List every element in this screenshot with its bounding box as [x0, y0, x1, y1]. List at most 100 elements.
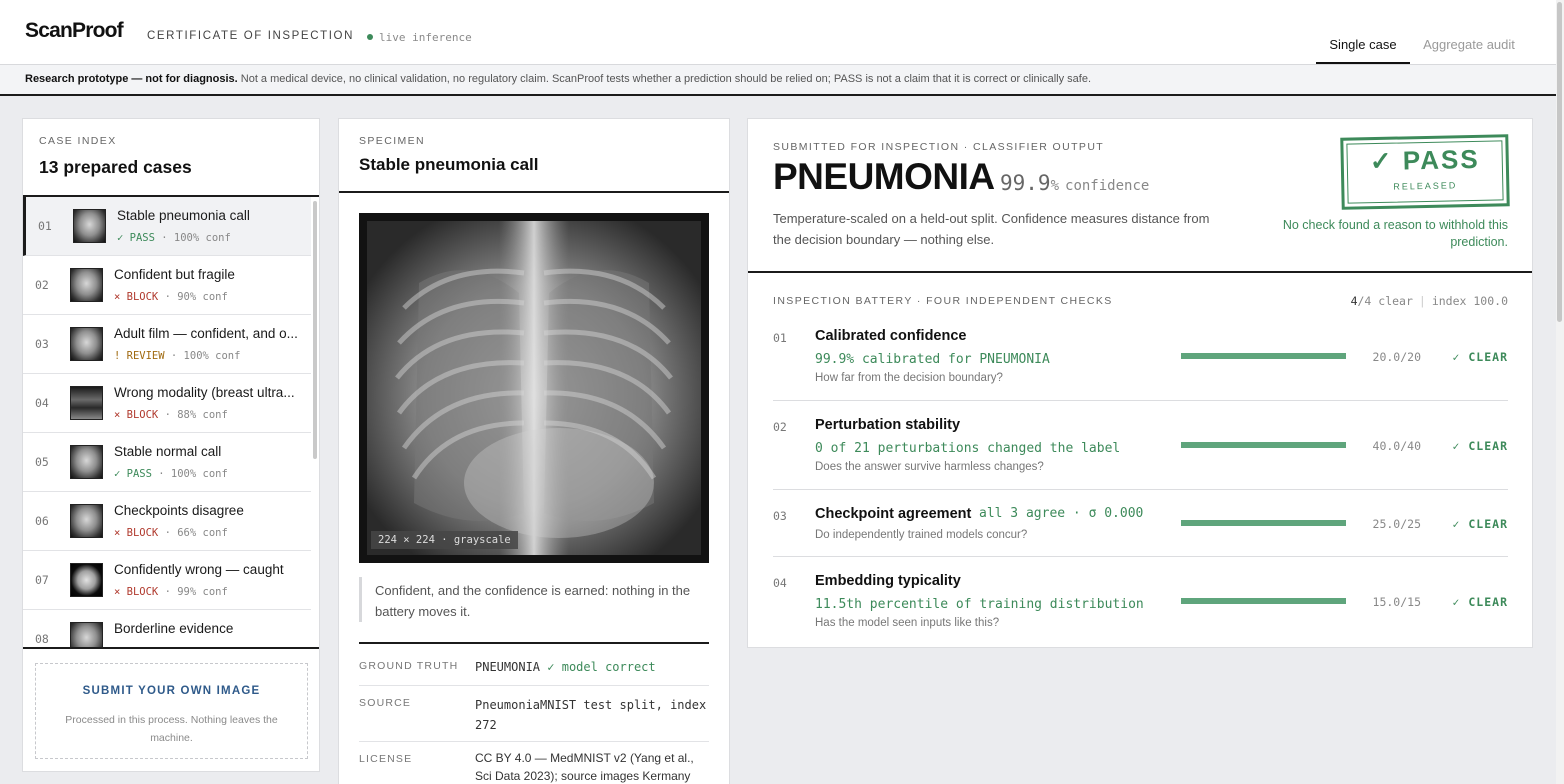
case-item-08[interactable]: 08 Borderline evidence — [23, 610, 311, 647]
check-progress-bar — [1181, 442, 1346, 448]
check-question: Do independently trained models concur? — [815, 529, 1028, 541]
check-row: 02 Perturbation stability 0 of 21 pertur… — [773, 414, 1508, 484]
check-number: 02 — [773, 420, 787, 434]
live-status-label: live inference — [379, 31, 472, 44]
page-scrollbar-thumb[interactable] — [1557, 2, 1562, 322]
divider — [23, 647, 319, 649]
check-row: 01 Calibrated confidence 99.9% calibrate… — [773, 325, 1508, 395]
meta-key: LICENSE — [359, 753, 413, 765]
prediction-label: PNEUMONIA — [773, 156, 995, 197]
case-confidence: · 66% conf — [164, 527, 228, 539]
separator: | — [1418, 294, 1426, 308]
case-index-title: 13 prepared cases — [39, 157, 192, 177]
case-item-07[interactable]: 07 Confidently wrong — caught × BLOCK · 99… — [23, 551, 311, 610]
check-score: 25.0/25 — [1372, 517, 1421, 531]
verdict-explanation: No check found a reason to withhold this… — [1282, 218, 1508, 249]
check-name: Embedding typicality — [815, 573, 961, 589]
disclaimer-banner: Research prototype — not for diagnosis. … — [0, 64, 1564, 96]
brand-logo[interactable]: ScanProof — [25, 19, 124, 43]
case-number: 03 — [35, 337, 49, 351]
check-progress-fill — [1181, 353, 1346, 359]
divider — [748, 271, 1532, 273]
case-list-scrollbar[interactable] — [313, 201, 317, 459]
upload-dropzone[interactable]: SUBMIT YOUR OWN IMAGE Processed in this … — [35, 663, 308, 759]
case-index-label: CASE INDEX — [39, 135, 117, 147]
case-title: Confident but fragile — [114, 267, 235, 282]
check-question: How far from the decision boundary? — [815, 372, 1003, 384]
verdict-label: SUBMITTED FOR INSPECTION · CLASSIFIER OU… — [773, 141, 1105, 153]
meta-license: LICENSE CC BY 4.0 — MedMNIST v2 (Yang et… — [359, 742, 709, 784]
case-number: 06 — [35, 514, 49, 528]
check-row: 04 Embedding typicality 11.5th percentil… — [773, 570, 1508, 640]
case-verdict-badge: × BLOCK — [114, 586, 159, 598]
case-item-05[interactable]: 05 Stable normal call ✓ PASS · 100% conf — [23, 433, 311, 492]
check-number: 04 — [773, 576, 787, 590]
case-status: × BLOCK · 90% conf — [114, 291, 228, 303]
verdict-note: Temperature-scaled on a held-out split. … — [773, 211, 1210, 247]
divider — [773, 400, 1508, 401]
check-value: 0 of 21 perturbations changed the label — [815, 441, 1121, 456]
case-item-01[interactable]: 01 Stable pneumonia call ✓ PASS · 100% con… — [23, 197, 311, 256]
specimen-title: Stable pneumonia call — [359, 155, 539, 174]
upload-button[interactable]: SUBMIT YOUR OWN IMAGE — [36, 685, 307, 697]
case-verdict-badge: × BLOCK — [114, 291, 159, 303]
case-verdict-badge: ✓ PASS — [117, 232, 155, 244]
pass-stamp: ✓ PASS RELEASED — [1340, 134, 1510, 210]
check-progress-fill — [1181, 598, 1346, 604]
case-number: 04 — [35, 396, 49, 410]
case-verdict-badge: ! REVIEW — [114, 350, 165, 362]
case-item-04[interactable]: 04 Wrong modality (breast ultra... × BLOCK… — [23, 374, 311, 433]
case-thumbnail — [70, 386, 103, 420]
chest-xray-picture — [359, 213, 709, 563]
confidence-unit: % — [1050, 178, 1060, 194]
case-confidence: · 100% conf — [161, 232, 231, 244]
battery-label: INSPECTION BATTERY · FOUR INDEPENDENT CH… — [773, 295, 1113, 307]
check-score: 20.0/20 — [1372, 350, 1421, 364]
case-title: Adult film — confident, and o... — [114, 326, 298, 341]
specimen-quote: Confident, and the confidence is earned:… — [359, 577, 709, 622]
case-item-06[interactable]: 06 Checkpoints disagree × BLOCK · 66% conf — [23, 492, 311, 551]
meta-value: PNEUMONIA ✓ model correct — [475, 657, 709, 677]
tab-single-case[interactable]: Single case — [1316, 24, 1410, 64]
case-status: ! REVIEW · 100% conf — [114, 350, 240, 362]
case-list[interactable]: 01 Stable pneumonia call ✓ PASS · 100% con… — [23, 197, 313, 647]
case-title: Confidently wrong — caught — [114, 562, 284, 577]
case-number: 05 — [35, 455, 49, 469]
tab-aggregate-audit[interactable]: Aggregate audit — [1410, 24, 1528, 64]
case-confidence: · 100% conf — [170, 350, 241, 362]
meta-key: SOURCE — [359, 697, 412, 709]
check-status: ✓ CLEAR — [1452, 350, 1508, 364]
model-correct-badge: ✓ model correct — [547, 660, 656, 674]
stamp-text: ✓ PASS — [1369, 143, 1480, 177]
check-value: all 3 agree · σ 0.000 — [979, 506, 1144, 521]
case-confidence: · 99% conf — [164, 586, 228, 598]
meta-ground-truth: GROUND TRUTH PNEUMONIA ✓ model correct — [359, 649, 709, 686]
check-status: ✓ CLEAR — [1452, 517, 1508, 531]
meta-value: PneumoniaMNIST test split, index 272 — [475, 698, 707, 732]
case-title: Borderline evidence — [114, 621, 234, 636]
app-header: ScanProof CERTIFICATE OF INSPECTION live… — [0, 0, 1564, 64]
check-number: 03 — [773, 509, 787, 523]
live-dot-icon — [367, 34, 373, 40]
check-score: 15.0/15 — [1372, 595, 1421, 609]
case-confidence: · 100% conf — [158, 468, 228, 480]
case-item-02[interactable]: 02 Confident but fragile × BLOCK · 90% con… — [23, 256, 311, 315]
check-number: 01 — [773, 331, 787, 345]
confidence-value: 99.9 — [1000, 171, 1051, 195]
disclaimer-bold: Research prototype — not for diagnosis. — [25, 73, 238, 85]
case-verdict-badge: ✓ PASS — [114, 468, 152, 480]
image-caption: 224 × 224 · grayscale — [371, 531, 518, 549]
case-status: ✓ PASS · 100% conf — [114, 468, 228, 480]
check-status: ✓ CLEAR — [1452, 439, 1508, 453]
check-name: Checkpoint agreement — [815, 506, 972, 522]
case-item-03[interactable]: 03 Adult film — confident, and o... ! REVI… — [23, 315, 311, 374]
check-question: Does the answer survive harmless changes… — [815, 461, 1044, 473]
case-title: Wrong modality (breast ultra... — [114, 385, 295, 400]
battery-index: index 100.0 — [1431, 294, 1508, 308]
case-number: 01 — [38, 219, 52, 233]
check-score: 40.0/40 — [1372, 439, 1421, 453]
divider — [773, 489, 1508, 490]
case-verdict-badge: × BLOCK — [114, 409, 159, 421]
case-thumbnail — [70, 268, 103, 302]
check-progress-bar — [1181, 520, 1346, 526]
